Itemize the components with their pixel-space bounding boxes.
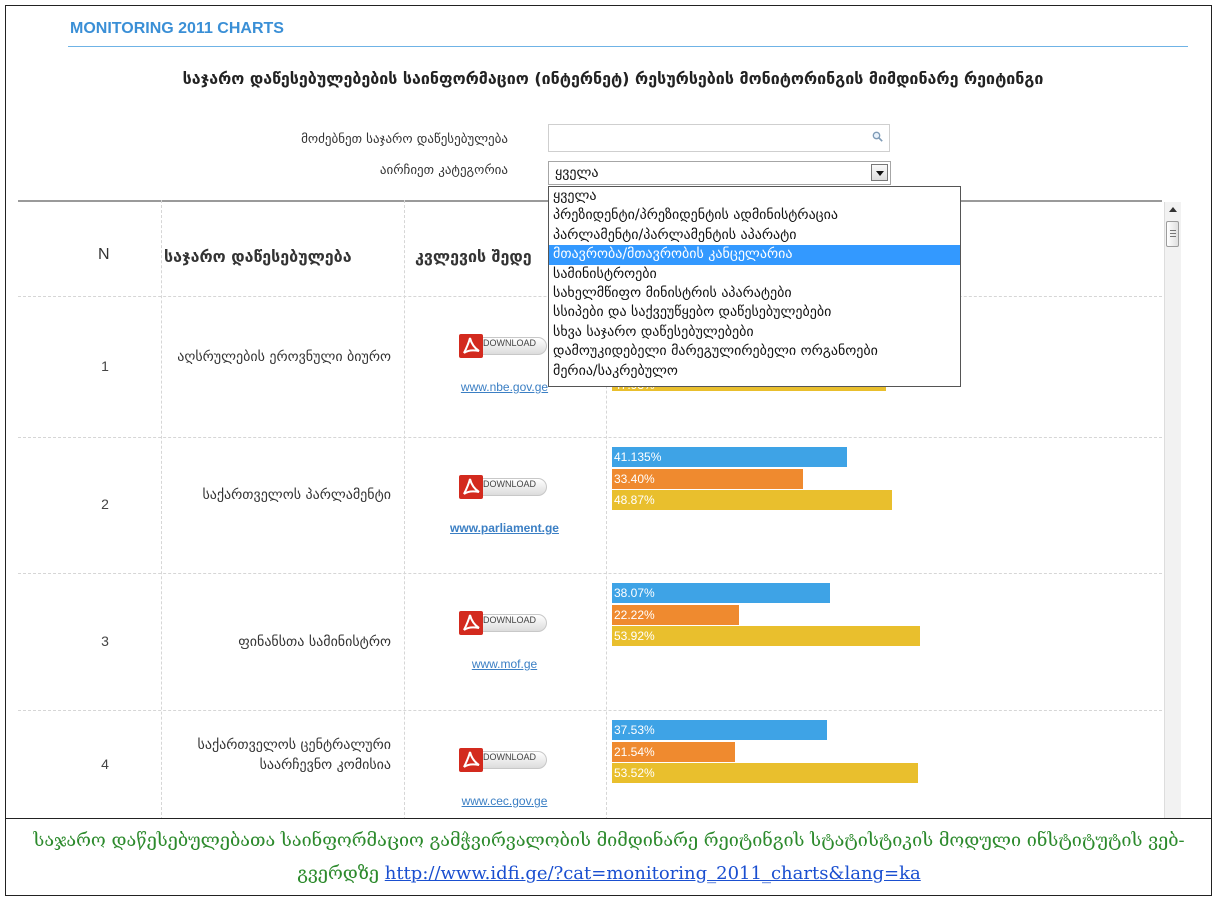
- category-option[interactable]: მთავრობა/მთავრობის კანცელარია: [549, 245, 960, 265]
- category-option[interactable]: პრეზიდენტი/პრეზიდენტის ადმინისტრაცია: [549, 206, 960, 225]
- category-option[interactable]: მერია/საკრებულო: [549, 362, 960, 381]
- download-label: DOWNLOAD: [483, 615, 537, 625]
- column-divider: [161, 200, 162, 818]
- pdf-icon: [459, 334, 483, 358]
- rating-bar-3: 48.87%: [612, 490, 892, 510]
- download-button[interactable]: DOWNLOAD: [459, 748, 547, 772]
- category-option[interactable]: სამინისტროები: [549, 265, 960, 284]
- rating-bar-3: 53.92%: [612, 626, 920, 646]
- category-option[interactable]: სახელმწიფო მინისტრის აპარატები: [549, 284, 960, 303]
- pdf-icon: [459, 748, 483, 772]
- rating-bar-1: 41.135%: [612, 447, 847, 467]
- institution-name: აღსრულების ეროვნული ბიურო: [177, 348, 391, 365]
- row-number: 2: [101, 496, 109, 512]
- category-option[interactable]: სხვა საჯარო დაწესებულებები: [549, 323, 960, 342]
- institution-website-link[interactable]: www.cec.gov.ge: [428, 794, 581, 808]
- scroll-up-arrow-icon[interactable]: [1165, 202, 1181, 218]
- pdf-icon: [459, 611, 483, 635]
- download-button[interactable]: DOWNLOAD: [459, 475, 547, 499]
- category-dropdown-list[interactable]: ყველა პრეზიდენტი/პრეზიდენტის ადმინისტრაცი…: [548, 186, 961, 387]
- site-heading: MONITORING 2011 CHARTS: [70, 20, 284, 37]
- screenshot-figure: MONITORING 2011 CHARTS საჯარო დაწესებულე…: [5, 5, 1212, 896]
- rating-bar-2: 33.40%: [612, 469, 803, 489]
- column-header-report[interactable]: კვლევის შედე: [415, 247, 532, 266]
- vertical-scrollbar[interactable]: [1164, 202, 1181, 818]
- pdf-icon: [459, 475, 483, 499]
- institution-name: საქართველოს პარლამენტი: [202, 487, 391, 503]
- category-select[interactable]: ყველა: [548, 161, 891, 185]
- rating-bar-1: 38.07%: [612, 583, 830, 603]
- caption-link[interactable]: http://www.idfi.ge/?cat=monitoring_2011_…: [385, 863, 921, 884]
- rating-bar-3: 53.52%: [612, 763, 918, 783]
- institution-website-link[interactable]: www.parliament.ge: [428, 521, 581, 535]
- row-number: 4: [101, 756, 109, 772]
- category-option[interactable]: დამოუკიდებელი მარეგულირებელი ორგანოები: [549, 342, 960, 361]
- search-input[interactable]: [548, 124, 890, 152]
- category-option[interactable]: პარლამენტი/პარლამენტის აპარატი: [549, 226, 960, 245]
- chevron-down-icon[interactable]: [871, 164, 888, 181]
- column-divider: [404, 200, 405, 818]
- category-label: აირჩიეთ კატეგორია: [379, 163, 508, 178]
- search-icon[interactable]: [872, 131, 883, 142]
- row-divider: [18, 710, 1162, 711]
- search-label: მოძებნეთ საჯარო დაწესებულება: [301, 132, 508, 147]
- download-label: DOWNLOAD: [483, 338, 537, 348]
- rating-bar-2: 21.54%: [612, 742, 735, 762]
- category-select-value: ყველა: [555, 165, 599, 181]
- browser-screenshot: MONITORING 2011 CHARTS საჯარო დაწესებულე…: [18, 6, 1204, 818]
- scroll-thumb[interactable]: [1166, 221, 1179, 247]
- heading-divider: [68, 46, 1188, 47]
- caption-divider: [6, 818, 1211, 819]
- rating-bar-2: 22.22%: [612, 605, 739, 625]
- column-header-n: N: [98, 246, 110, 263]
- row-number: 1: [101, 357, 109, 374]
- row-divider: [18, 437, 1162, 438]
- institution-name: საქართველოს ცენტრალური საარჩევნო კომისია: [197, 737, 391, 773]
- rating-bar-1: 37.53%: [612, 720, 827, 740]
- download-button[interactable]: DOWNLOAD: [459, 334, 547, 358]
- figure-caption: საჯარო დაწესებულებათა საინფორმაციო გამჭვ…: [6, 824, 1211, 890]
- category-option[interactable]: სსიპები და საქვეუწყებო დაწესებულებები: [549, 303, 960, 322]
- category-option[interactable]: ყველა: [549, 187, 960, 206]
- row-number: 3: [101, 632, 109, 649]
- page-title: საჯარო დაწესებულებების საინფორმაციო (ინტ…: [182, 69, 1044, 88]
- column-header-institution[interactable]: საჯარო დაწესებულება: [164, 247, 352, 266]
- institution-name: ფინანსთა სამინისტრო: [238, 633, 391, 650]
- download-label: DOWNLOAD: [483, 479, 537, 489]
- institution-website-link[interactable]: www.mof.ge: [428, 657, 581, 671]
- download-label: DOWNLOAD: [483, 752, 537, 762]
- row-divider: [18, 573, 1162, 574]
- download-button[interactable]: DOWNLOAD: [459, 611, 547, 635]
